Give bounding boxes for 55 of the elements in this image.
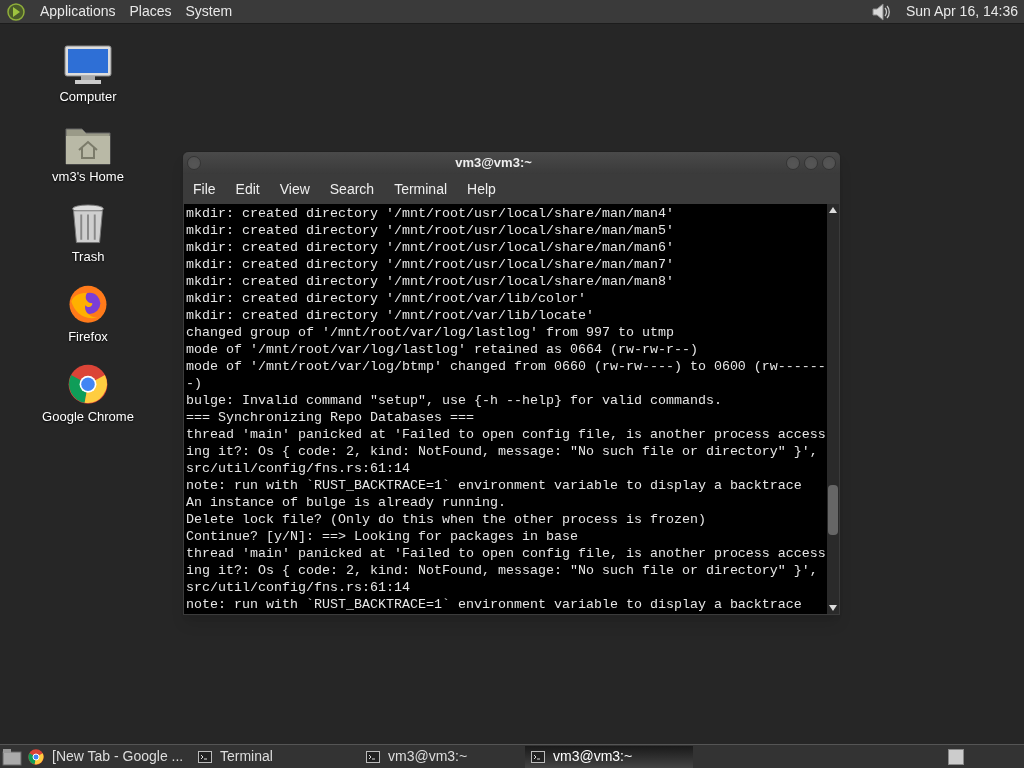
terminal-line: mkdir: created directory '/mnt/root/usr/local/share/man/man8' — [186, 273, 675, 290]
terminal-line: mode of '/mnt/root/var/log/lastlog' retained as 0664 (rw-rw-r--) — [186, 341, 699, 358]
computer-icon[interactable] — [63, 44, 113, 85]
window-title: vm3@vm3:~ — [454, 154, 533, 173]
terminal-line: mkdir: created directory '/mnt/root/usr/local/share/man/man4' — [186, 205, 675, 222]
terminal-line: An instance of bulge is already running. — [186, 494, 507, 511]
panel-menu[interactable]: Places — [129, 1, 172, 22]
desktop-icon-label[interactable]: Firefox — [68, 326, 108, 346]
chrome-icon — [28, 748, 44, 765]
terminal-line: src/util/config/fns.rs:61:14 — [186, 460, 411, 477]
terminal-line: === Synchronizing Repo Databases === — [186, 409, 475, 426]
terminal-line: changed group of '/mnt/root/var/log/lastlog' from 997 to utmp — [186, 324, 675, 341]
show-desktop-icon[interactable] — [2, 747, 22, 766]
terminal-line: bulge: Invalid command "setup", use {-h --help} for valid commands. — [186, 392, 723, 409]
menu-item[interactable]: Terminal — [394, 178, 448, 200]
scrollbar[interactable] — [827, 204, 839, 614]
terminal-line: mode of '/mnt/root/var/log/btmp' changed from 0660 (rw-rw----) to 0600 (rw------ — [186, 358, 827, 375]
terminal-line: src/util/config/fns.rs:61:14 — [186, 579, 411, 596]
terminal-line: Delete lock file? (Only do this when the other process is frozen) — [186, 511, 707, 528]
menu-item[interactable]: View — [279, 178, 310, 200]
terminal-line: ing it?: Os { code: 2, kind: NotFound, message: "No such file or directory" }', — [186, 562, 819, 579]
menu-item[interactable]: Help — [467, 178, 496, 200]
taskbar-button[interactable]: [New Tab - Google ... — [22, 745, 192, 768]
taskbar-button[interactable]: Terminal — [192, 745, 360, 768]
terminal-line: mkdir: created directory '/mnt/root/usr/local/share/man/man7' — [186, 256, 675, 273]
menu-item[interactable]: Search — [329, 178, 375, 200]
panel-menu[interactable]: System — [185, 1, 233, 22]
terminal-line: mkdir: created directory '/mnt/root/var/lib/locate' — [186, 307, 595, 324]
desktop-icon-label[interactable]: Trash — [71, 246, 105, 266]
panel-menu[interactable]: Applications — [40, 1, 116, 22]
clock: Sun Apr 16, 14:36 — [905, 2, 1018, 21]
taskbar-button[interactable]: vm3@vm3:~ — [360, 745, 525, 768]
terminal-line: mkdir: created directory '/mnt/root/usr/local/share/man/man5' — [186, 222, 675, 239]
volume-icon[interactable] — [869, 0, 892, 23]
desktop-icon-label[interactable]: vm3's Home — [52, 166, 124, 186]
terminal-line: -) — [186, 375, 203, 392]
desktop-icon-label[interactable]: Computer — [59, 86, 117, 106]
taskbar-button[interactable]: vm3@vm3:~ — [525, 745, 693, 768]
terminal-icon — [198, 750, 212, 763]
desktop-icon-label[interactable]: Google Chrome — [42, 406, 134, 426]
terminal-line: thread 'main' panicked at 'Failed to open config file, is another process access — [186, 545, 827, 562]
terminal-line: mkdir: created directory '/mnt/root/var/lib/color' — [186, 290, 587, 307]
menu-item[interactable]: Edit — [235, 178, 260, 200]
terminal-line: note: run with `RUST_BACKTRACE=1` environment variable to display a backtrace — [186, 596, 803, 613]
terminal-icon — [531, 750, 545, 763]
trash-icon[interactable] — [70, 204, 106, 245]
terminal-icon — [366, 750, 380, 763]
terminal-line: ing it?: Os { code: 2, kind: NotFound, message: "No such file or directory" }', — [186, 443, 819, 460]
menu-logo-icon[interactable] — [6, 1, 26, 22]
workspace-switcher[interactable] — [948, 748, 964, 765]
menu-item[interactable]: File — [193, 178, 216, 200]
terminal-line: note: run with `RUST_BACKTRACE=1` environment variable to display a backtrace — [186, 477, 803, 494]
terminal-line: Continue? [y/N]: ==> Looking for packages in base — [186, 528, 579, 545]
terminal-line: thread 'main' panicked at 'Failed to open config file, is another process access — [186, 426, 827, 443]
terminal-line: mkdir: created directory '/mnt/root/usr/local/share/man/man6' — [186, 239, 675, 256]
